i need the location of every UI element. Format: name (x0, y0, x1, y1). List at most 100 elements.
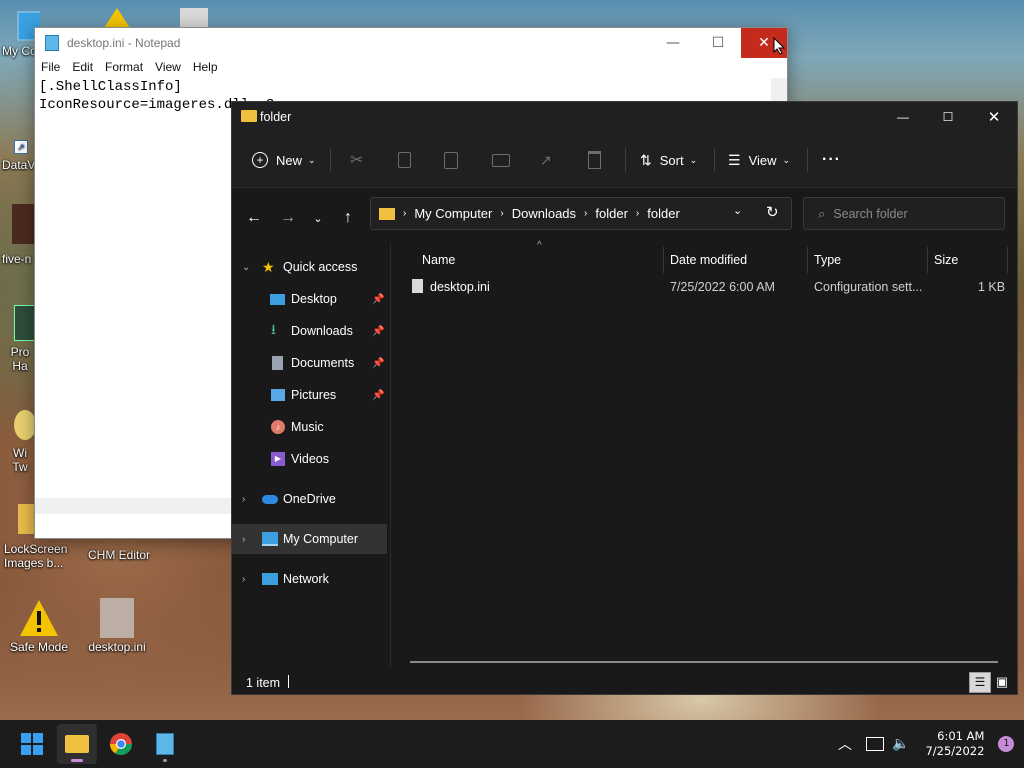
nav-downloads[interactable]: ⭳ Downloads 📌 (232, 316, 387, 346)
notepad-menubar: File Edit Format View Help (35, 58, 787, 76)
nav-pictures[interactable]: Pictures 📌 (232, 380, 387, 410)
column-divider[interactable] (927, 247, 928, 273)
taskbar: ︿ 🔈 6:01 AM 7/25/2022 1 (0, 720, 1024, 768)
column-header-type[interactable]: Type (814, 247, 841, 273)
folder-icon (241, 110, 257, 122)
menu-view[interactable]: View (149, 60, 187, 74)
rename-button[interactable] (492, 146, 510, 174)
trash-icon (588, 151, 601, 169)
maximize-button[interactable]: ☐ (925, 102, 971, 132)
menu-format[interactable]: Format (99, 60, 149, 74)
cloud-icon (262, 494, 278, 504)
menu-file[interactable]: File (35, 60, 66, 74)
breadcrumb-separator-icon: › (500, 208, 504, 219)
folder-icon (379, 207, 395, 220)
sort-label: Sort (659, 152, 684, 168)
desktop-icon-safe-mode[interactable]: Safe Mode (4, 598, 74, 654)
nav-music[interactable]: ♪ Music (232, 412, 387, 442)
volume-icon[interactable]: 🔈 (892, 736, 909, 752)
desktop-icon-label: CHM Editor (87, 548, 150, 562)
more-options-button[interactable]: ··· (822, 146, 841, 174)
nav-network[interactable]: › Network (232, 564, 387, 594)
navigation-pane: ⌄ ★ Quick access Desktop 📌 ⭳ Downloads 📌… (232, 242, 391, 667)
new-label: New (276, 152, 303, 168)
column-divider[interactable] (807, 247, 808, 273)
up-button[interactable]: ↑ (336, 206, 360, 230)
cut-button[interactable]: ✂ (350, 146, 363, 174)
horizontal-scrollbar[interactable] (410, 661, 998, 663)
forward-button[interactable]: → (276, 206, 300, 230)
column-header-date-modified[interactable]: Date modified (670, 247, 747, 273)
breadcrumb-my-computer[interactable]: My Computer (414, 206, 492, 221)
column-label: Name (422, 253, 456, 267)
column-header-name[interactable]: Name (422, 247, 455, 273)
file-explorer-window[interactable]: folder — ☐ ✕ + New ⌄ ✂ ↗ ⇅ Sort ⌄ ☰ View… (231, 101, 1018, 695)
paste-button[interactable] (444, 146, 458, 174)
chevron-right-icon: › (242, 573, 246, 585)
back-button[interactable]: ← (242, 206, 266, 230)
column-divider[interactable] (663, 247, 664, 273)
nav-my-computer[interactable]: › My Computer (232, 524, 387, 554)
address-bar[interactable]: › My Computer › Downloads › folder › fol… (370, 197, 792, 230)
windows-logo-icon (21, 733, 43, 755)
taskbar-file-explorer[interactable] (57, 724, 97, 764)
delete-button[interactable] (588, 146, 601, 174)
column-divider[interactable] (1007, 247, 1008, 273)
breadcrumb-downloads[interactable]: Downloads (512, 206, 576, 221)
chevron-down-icon: ⌄ (308, 154, 316, 165)
settings-file-icon (412, 279, 423, 293)
taskbar-chrome[interactable] (101, 724, 141, 764)
share-button[interactable]: ↗ (540, 146, 552, 174)
nav-quick-access[interactable]: ⌄ ★ Quick access (232, 252, 387, 282)
chevron-up-icon[interactable]: ︿ (838, 734, 852, 754)
copy-button[interactable] (398, 146, 411, 174)
file-name: desktop.ini (430, 280, 490, 294)
nav-desktop[interactable]: Desktop 📌 (232, 284, 387, 314)
explorer-titlebar[interactable]: folder — ☐ ✕ (232, 102, 1017, 132)
notepad-maximize-button[interactable]: ☐ (695, 28, 741, 58)
column-label: Size (934, 253, 959, 267)
recent-locations-button[interactable]: ⌄ (306, 206, 330, 230)
nav-documents[interactable]: Documents 📌 (232, 348, 387, 378)
menu-edit[interactable]: Edit (66, 60, 99, 74)
minimize-button[interactable]: — (880, 102, 926, 132)
nav-label: Music (291, 420, 324, 434)
new-button[interactable]: + New ⌄ (252, 146, 316, 174)
taskbar-notepad[interactable] (145, 724, 185, 764)
nav-onedrive[interactable]: › OneDrive (232, 484, 387, 514)
breadcrumb-folder-current[interactable]: folder (647, 206, 680, 221)
file-date: 7/25/2022 6:00 AM (670, 280, 775, 294)
view-label: View (748, 152, 777, 168)
network-status-icon[interactable] (866, 737, 884, 751)
notification-badge[interactable]: 1 (998, 736, 1015, 752)
refresh-icon[interactable]: ↻ (766, 203, 779, 221)
breadcrumb-separator-icon: › (584, 208, 588, 219)
desktop-icon-label: LockScreen Images b... (4, 542, 68, 570)
clipboard-icon (444, 151, 458, 169)
file-row[interactable]: desktop.ini 7/25/2022 6:00 AM Configurat… (410, 276, 1010, 298)
arrow-up-icon: ↑ (344, 209, 352, 226)
breadcrumb-separator-icon: › (635, 208, 640, 219)
view-button[interactable]: ☰ View ⌄ (728, 146, 790, 174)
chevron-down-icon: ⌄ (782, 154, 791, 165)
column-header-size[interactable]: Size (934, 247, 958, 273)
breadcrumb-folder[interactable]: folder (595, 206, 628, 221)
nav-label: Downloads (291, 324, 353, 338)
pin-icon: 📌 (372, 357, 385, 369)
notepad-icon (156, 733, 174, 755)
large-icons-view-button[interactable]: ▣ (992, 672, 1012, 691)
start-button[interactable] (12, 724, 52, 764)
search-input[interactable]: ⌕ Search folder (803, 197, 1005, 230)
file-size: 1 KB (978, 280, 1006, 294)
desktop-icon-desktop-ini[interactable]: desktop.ini (82, 598, 152, 654)
details-view-button[interactable]: ☰ (969, 672, 991, 693)
clock[interactable]: 6:01 AM 7/25/2022 (925, 729, 984, 759)
notepad-minimize-button[interactable]: — (650, 28, 696, 58)
address-history-chevron-icon[interactable]: ⌄ (733, 204, 742, 217)
close-button[interactable]: ✕ (971, 102, 1017, 132)
menu-help[interactable]: Help (187, 60, 224, 74)
nav-label: Documents (291, 356, 355, 370)
nav-videos[interactable]: ▶ Videos (232, 444, 387, 474)
download-icon: ⭳ (271, 321, 276, 337)
sort-button[interactable]: ⇅ Sort ⌄ (640, 146, 697, 174)
